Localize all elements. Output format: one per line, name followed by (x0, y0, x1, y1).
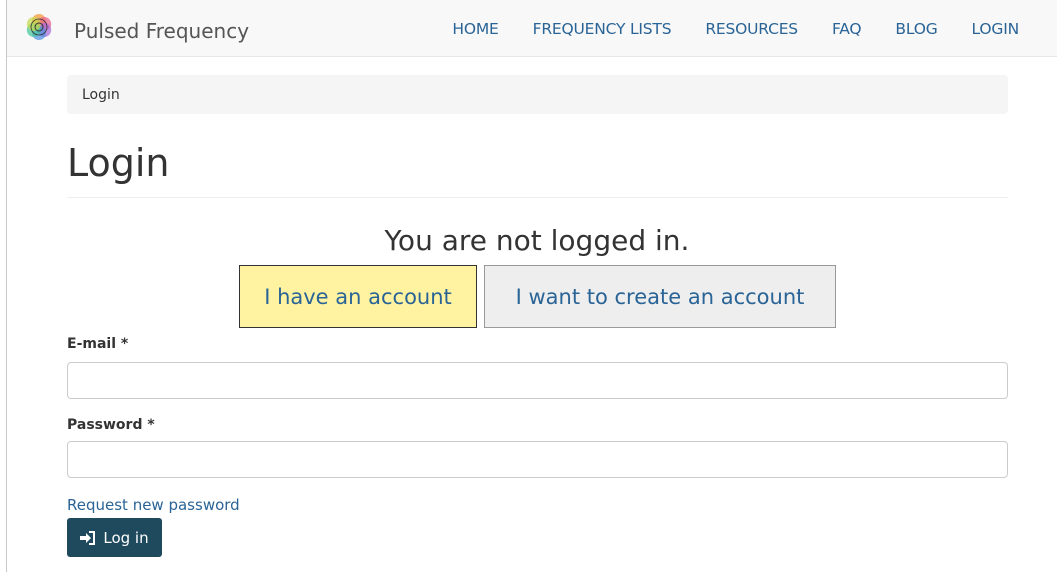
main-nav: HOME FREQUENCY LISTS RESOURCES FAQ BLOG … (452, 0, 1057, 57)
password-label: Password * (67, 417, 155, 433)
nav-blog[interactable]: BLOG (895, 20, 937, 38)
email-field[interactable] (67, 362, 1008, 399)
nav-faq[interactable]: FAQ (832, 20, 862, 38)
have-account-button[interactable]: I have an account (239, 265, 477, 328)
window-edge-divider (6, 0, 7, 572)
breadcrumb-current: Login (82, 86, 120, 103)
nav-resources[interactable]: RESOURCES (705, 20, 798, 38)
nav-home[interactable]: HOME (452, 20, 498, 38)
sign-in-icon (80, 530, 96, 545)
brand-name[interactable]: Pulsed Frequency (74, 19, 249, 43)
title-divider (67, 197, 1008, 198)
breadcrumb: Login (67, 75, 1008, 114)
nav-login[interactable]: LOGIN (972, 20, 1020, 38)
login-button[interactable]: Log in (67, 518, 162, 557)
email-label: E-mail * (67, 336, 129, 352)
top-navbar: Pulsed Frequency HOME FREQUENCY LISTS RE… (7, 0, 1057, 57)
request-new-password-link[interactable]: Request new password (67, 496, 240, 514)
login-button-label: Log in (103, 528, 149, 547)
flower-of-life-logo-icon[interactable] (24, 12, 54, 42)
page-title: Login (67, 141, 170, 185)
login-status-text: You are not logged in. (384, 224, 690, 257)
create-account-button[interactable]: I want to create an account (484, 265, 836, 328)
nav-frequency-lists[interactable]: FREQUENCY LISTS (533, 20, 672, 38)
password-field[interactable] (67, 441, 1008, 478)
